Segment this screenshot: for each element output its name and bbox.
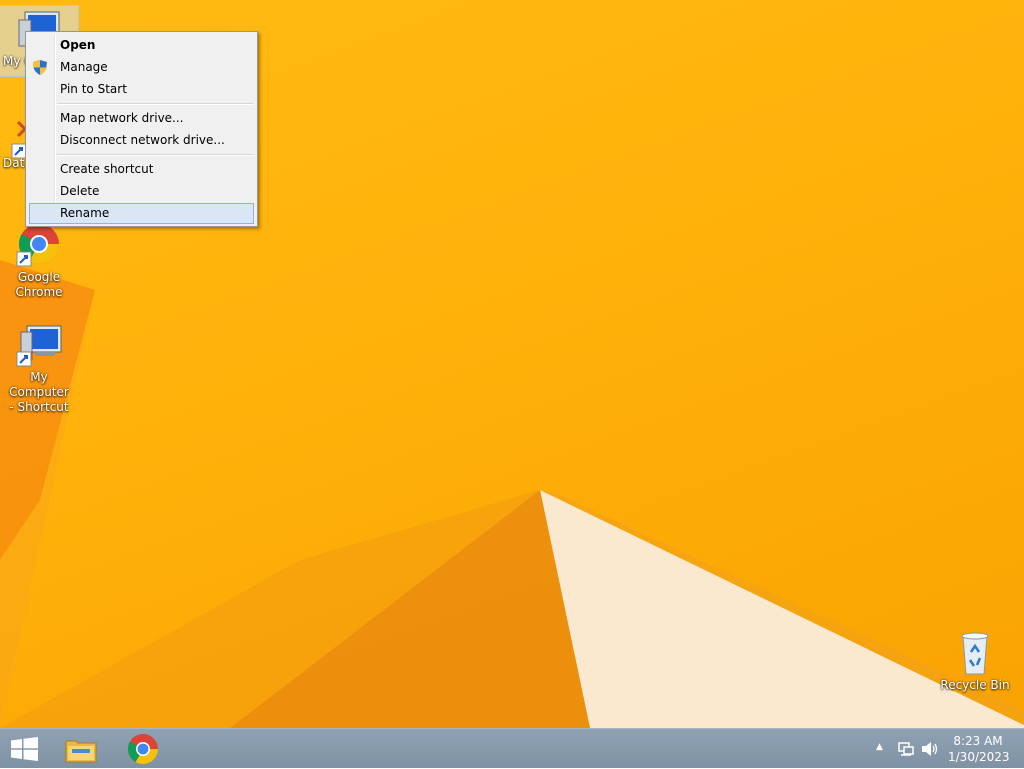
menu-item-rename[interactable]: Rename — [29, 203, 254, 224]
menu-item-label: Map network drive... — [60, 111, 184, 125]
volume-icon[interactable] — [921, 741, 939, 761]
menu-item-label: Create shortcut — [60, 162, 154, 176]
menu-separator — [57, 154, 253, 156]
desktop-icon-my-computer-shortcut[interactable]: My Computer - Shortcut — [0, 322, 78, 415]
windows-start-icon — [11, 737, 38, 765]
menu-item-manage[interactable]: Manage — [29, 57, 254, 78]
taskbar: ▲ 8:23 AM 1/30/2023 — [0, 728, 1024, 768]
menu-item-label: Manage — [60, 60, 108, 74]
taskbar-chrome[interactable] — [118, 729, 168, 769]
file-explorer-icon — [65, 735, 97, 767]
desktop-icon-label: My Computer — [9, 370, 69, 399]
menu-item-label: Disconnect network drive... — [60, 133, 225, 147]
menu-item-create-shortcut[interactable]: Create shortcut — [29, 159, 254, 180]
clock[interactable]: 8:23 AM 1/30/2023 — [948, 733, 1010, 765]
desktop-icon-label: Google — [17, 270, 61, 284]
clock-time: 8:23 AM — [953, 734, 1003, 748]
menu-item-pin-to-start[interactable]: Pin to Start — [29, 79, 254, 100]
menu-item-label: Rename — [60, 206, 110, 220]
recycle-bin-icon — [951, 630, 999, 678]
menu-item-label: Pin to Start — [60, 82, 127, 96]
desktop[interactable]: My C Data Google Chrome My Computer - Sh… — [0, 0, 1024, 728]
menu-item-open[interactable]: Open — [29, 35, 254, 56]
start-button[interactable] — [0, 729, 48, 769]
menu-separator — [57, 103, 253, 105]
network-icon[interactable] — [898, 741, 914, 761]
desktop-icon-recycle-bin[interactable]: Recycle Bin — [936, 630, 1014, 693]
clock-date: 1/30/2023 — [948, 750, 1010, 764]
chrome-icon — [15, 222, 63, 270]
menu-item-delete[interactable]: Delete — [29, 181, 254, 202]
taskbar-file-explorer[interactable] — [56, 729, 106, 769]
desktop-icon-label: Recycle Bin — [940, 678, 1010, 692]
context-menu: Open Manage Pin to Start Map network dri… — [25, 31, 258, 227]
menu-item-map-network-drive[interactable]: Map network drive... — [29, 108, 254, 129]
desktop-icon-label: Chrome — [15, 285, 63, 299]
my-computer-icon — [15, 322, 63, 370]
menu-item-disconnect-network-drive[interactable]: Disconnect network drive... — [29, 130, 254, 151]
desktop-icon-label: - Shortcut — [9, 400, 69, 414]
menu-item-label: Open — [60, 38, 96, 52]
menu-item-label: Delete — [60, 184, 100, 198]
show-hidden-icons-button[interactable]: ▲ — [876, 742, 883, 752]
chrome-icon — [127, 733, 159, 769]
desktop-icon-google-chrome[interactable]: Google Chrome — [0, 222, 78, 300]
